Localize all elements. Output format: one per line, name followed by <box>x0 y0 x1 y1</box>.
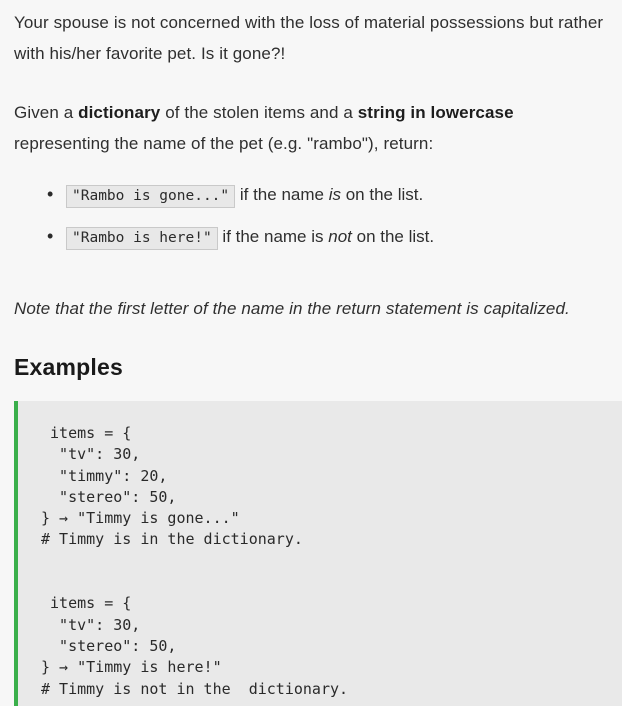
inline-code-gone: "Rambo is gone..." <box>66 185 236 208</box>
bullet-1-emphasis: is <box>328 185 341 204</box>
examples-code-text: items = { "tv": 30, "timmy": 20, "stereo… <box>41 424 349 698</box>
bullet-2-text-before: if the name is <box>217 227 329 246</box>
task-text-part-1: Given a <box>14 103 79 122</box>
inline-code-here: "Rambo is here!" <box>66 227 218 250</box>
list-item: "Rambo is gone..." if the name is on the… <box>14 179 608 211</box>
task-text-part-2: of the stolen items and a <box>160 103 358 122</box>
intro-paragraph-text: Your spouse is not concerned with the lo… <box>14 13 604 63</box>
task-bold-dictionary: dictionary <box>78 103 161 122</box>
task-paragraph: Given a dictionary of the stolen items a… <box>14 69 608 159</box>
bullet-2-emphasis: not <box>328 227 352 246</box>
intro-paragraph: Your spouse is not concerned with the lo… <box>14 0 608 69</box>
bullet-2-text-after: on the list. <box>351 227 435 246</box>
examples-heading: Examples <box>14 354 123 380</box>
description-body: Your spouse is not concerned with the lo… <box>0 0 622 381</box>
list-item: "Rambo is here!" if the name is not on t… <box>14 221 608 253</box>
kata-description-page: Your spouse is not concerned with the lo… <box>0 0 622 706</box>
capitalization-note: Note that the first letter of the name i… <box>14 299 570 318</box>
task-bold-string-lowercase: string in lowercase <box>357 103 514 122</box>
examples-code-block: items = { "tv": 30, "timmy": 20, "stereo… <box>14 401 622 706</box>
bullet-1-text-before: if the name <box>235 185 329 204</box>
bullet-1-text-after: on the list. <box>340 185 424 204</box>
task-text-part-3: representing the name of the pet (e.g. "… <box>14 134 434 153</box>
return-values-list: "Rambo is gone..." if the name is on the… <box>14 159 608 253</box>
